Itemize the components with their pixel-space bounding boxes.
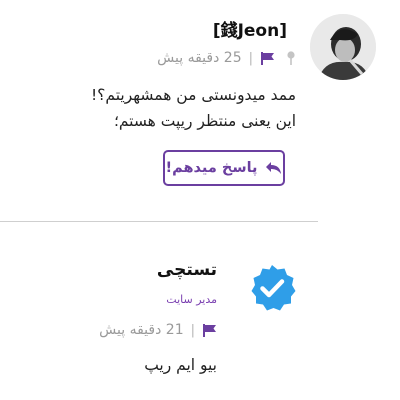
comment-time: 25 دقیقه پیش bbox=[157, 50, 242, 66]
comment-body: ممد میدونستی من همشهریتم؟! این یعنی منتظ… bbox=[16, 82, 296, 134]
author-role-label: مدیر سایت bbox=[166, 293, 217, 306]
comment-author[interactable]: [錢Jeon] bbox=[213, 16, 287, 41]
flag-icon[interactable] bbox=[260, 51, 275, 65]
meta-separator: | bbox=[190, 322, 195, 338]
verified-badge-icon bbox=[247, 263, 297, 313]
meta-separator: | bbox=[248, 50, 253, 66]
comments-section: [錢Jeon] 25 دقیقه پیش | ممد میدونستی من ه… bbox=[0, 0, 400, 400]
comment-body: بیو ایم ریپ bbox=[144, 356, 217, 374]
user-avatar[interactable] bbox=[310, 14, 376, 80]
reply-button-label: پاسخ میدهم! bbox=[165, 160, 258, 176]
flag-icon[interactable] bbox=[202, 323, 217, 337]
comment-meta: 25 دقیقه پیش | bbox=[157, 48, 296, 68]
pin-icon[interactable] bbox=[286, 50, 296, 66]
comment-author[interactable]: تستچی bbox=[157, 260, 217, 280]
reply-arrow-icon bbox=[265, 161, 282, 175]
comment-line: این یعنی منتظر ریپت هستم؛ bbox=[113, 112, 296, 130]
comment-time: 21 دقیقه پیش bbox=[99, 322, 184, 338]
comment-meta: 21 دقیقه پیش | bbox=[99, 320, 217, 340]
avatar-photo-icon bbox=[310, 14, 376, 80]
divider bbox=[0, 221, 318, 222]
reply-button[interactable]: پاسخ میدهم! bbox=[163, 150, 285, 186]
comment-line: ممد میدونستی من همشهریتم؟! bbox=[90, 86, 296, 104]
